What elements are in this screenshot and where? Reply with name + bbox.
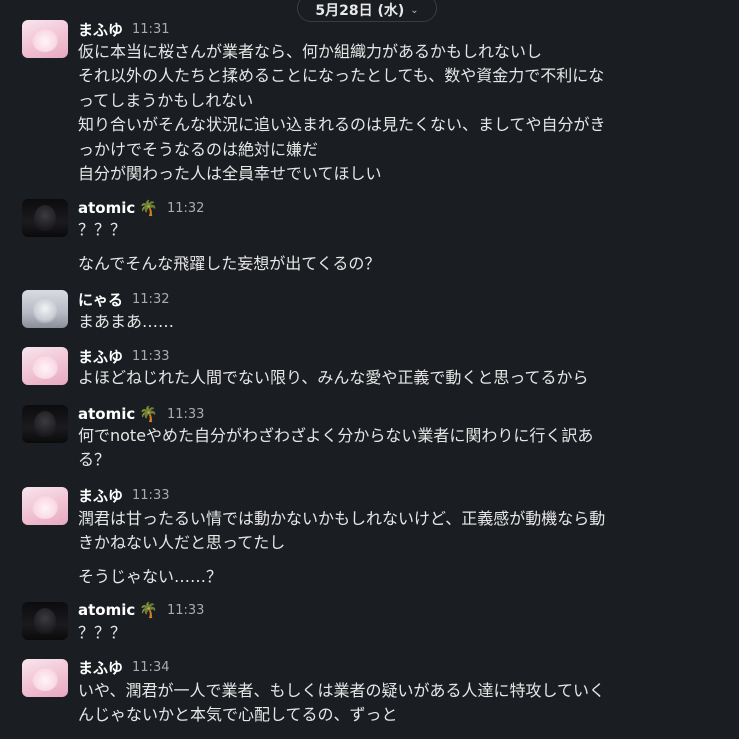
timestamp[interactable]: 11:33 (132, 488, 169, 503)
message-line: いや、潤君が一人で業者、もしくは業者の疑いがある人達に特攻していく (78, 681, 606, 700)
message-text: 仮に本当に桜さんが業者なら、何か組織力があるかもしれないし それ以外の人たちと揉… (78, 40, 718, 186)
message-line: ？？？ (78, 220, 127, 239)
message-line: っかけでそうなるのは絶対に嫌だ (78, 139, 319, 159)
sender-name[interactable]: atomic (78, 199, 135, 217)
message-line: なんでそんな飛躍した妄想が出てくるの？ (78, 254, 381, 273)
message-line: まあまあ…… (78, 312, 175, 331)
sender-name[interactable]: atomic (78, 405, 135, 423)
message-line: それ以外の人たちと揉めることになったとしても、数や資金力で不利にな (78, 66, 605, 86)
followup-message-text: そうじゃない……？ (78, 565, 718, 589)
message-text: まあまあ…… (78, 310, 718, 334)
sender-name[interactable]: まふゆ (78, 657, 123, 678)
message-text: ？？？ (78, 621, 718, 645)
sender-name[interactable]: まふゆ (78, 19, 123, 40)
pink-hair-avatar[interactable] (22, 347, 68, 385)
message-line: ？？？ (78, 623, 127, 642)
timestamp[interactable]: 11:31 (132, 22, 169, 37)
timestamp[interactable]: 11:32 (167, 201, 204, 216)
timestamp[interactable]: 11:33 (132, 349, 169, 364)
followup-message-text: なんでそんな飛躍した妄想が出てくるの？ (78, 252, 718, 276)
message-text: いや、潤君が一人で業者、もしくは業者の疑いがある人達に特攻していく んじゃないか… (78, 679, 718, 728)
dark-avatar[interactable] (22, 199, 68, 237)
timestamp[interactable]: 11:33 (167, 407, 204, 422)
date-divider-button[interactable]: 5月28日 (水) ⌄ (297, 0, 437, 22)
sender-name[interactable]: atomic (78, 601, 135, 619)
message-line: 自分が関わった人は全員幸せでいてほしい (78, 164, 382, 184)
palm-tree-emoji: 🌴 (139, 601, 158, 619)
message-line: そうじゃない……？ (78, 567, 223, 586)
palm-tree-emoji: 🌴 (139, 199, 158, 217)
message-line: よほどねじれた人間でない限り、みんな愛や正義で動くと思ってるから (78, 368, 589, 387)
message-line: んじゃないかと本気で心配してるの、ずっと (78, 705, 398, 725)
message-line: 仮に本当に桜さんが業者なら、何か組織力があるかもしれないし (78, 42, 543, 61)
message-line: ってしまうかもしれない (78, 90, 254, 110)
sender-name[interactable]: にゃる (78, 289, 123, 310)
sender-name[interactable]: まふゆ (78, 346, 123, 367)
timestamp[interactable]: 11:34 (132, 660, 169, 675)
message-line: きかねない人だと思ってたし (78, 533, 286, 553)
message-line: る？ (78, 450, 111, 470)
pink-hair-avatar[interactable] (22, 659, 68, 697)
message-line: 潤君は甘ったるい情では動かないかもしれないけど、正義感が動機なら動 (78, 509, 606, 528)
dark-avatar[interactable] (22, 405, 68, 443)
chevron-down-icon: ⌄ (410, 4, 419, 16)
message-line: 何でnoteやめた自分がわざわざよく分からない業者に関わりに行く訳あ (78, 426, 594, 445)
timestamp[interactable]: 11:32 (132, 292, 169, 307)
date-label: 5月28日 (水) (315, 3, 405, 19)
silver-hair-avatar[interactable] (22, 290, 68, 328)
pink-hair-avatar[interactable] (22, 20, 68, 58)
message-line: 知り合いがそんな状況に追い込まれるのは見たくない、ましてや自分がき (78, 115, 606, 135)
palm-tree-emoji: 🌴 (139, 405, 158, 423)
pink-hair-avatar[interactable] (22, 487, 68, 525)
timestamp[interactable]: 11:33 (167, 603, 204, 618)
message-text: 何でnoteやめた自分がわざわざよく分からない業者に関わりに行く訳あ る？ (78, 424, 718, 473)
sender-name[interactable]: まふゆ (78, 485, 123, 506)
dark-avatar[interactable] (22, 602, 68, 640)
message-text: ？？？ (78, 218, 718, 242)
message-text: よほどねじれた人間でない限り、みんな愛や正義で動くと思ってるから (78, 366, 718, 390)
message-text: 潤君は甘ったるい情では動かないかもしれないけど、正義感が動機なら動 きかねない人… (78, 507, 718, 556)
